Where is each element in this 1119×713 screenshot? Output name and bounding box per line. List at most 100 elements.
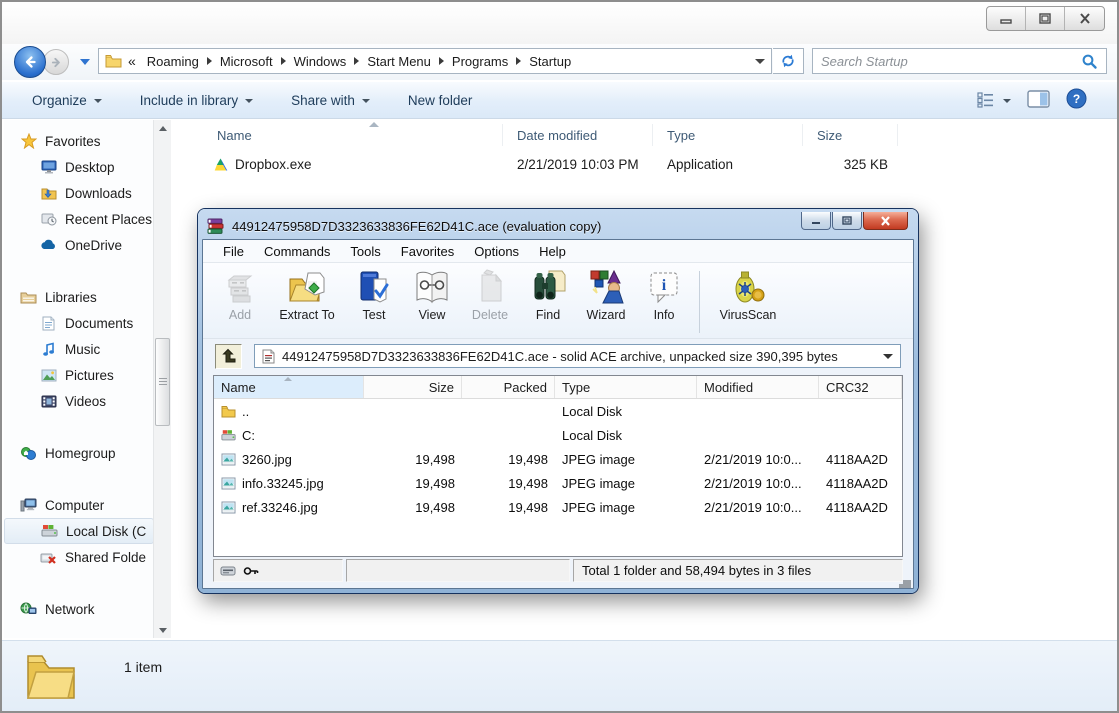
breadcrumb-separator-icon[interactable] xyxy=(516,57,521,65)
scrollbar-thumb[interactable] xyxy=(155,338,170,426)
sidebar-item-label: Recent Places xyxy=(65,212,152,227)
archive-column-crc32[interactable]: CRC32 xyxy=(819,376,902,398)
column-header-name[interactable]: Name xyxy=(173,124,503,146)
archive-row-ref-33246[interactable]: ref.33246.jpg 19,498 19,498 JPEG image 2… xyxy=(214,495,902,519)
back-button[interactable] xyxy=(14,46,46,78)
info-button[interactable]: i Info xyxy=(635,268,693,322)
delete-button[interactable]: Delete xyxy=(461,268,519,322)
sidebar-item-downloads[interactable]: Downloads xyxy=(4,180,154,206)
preview-pane-icon xyxy=(1027,90,1050,108)
archive-menubar: File Commands Tools Favorites Options He… xyxy=(203,240,913,263)
breadcrumb-separator-icon[interactable] xyxy=(354,57,359,65)
info-icon: i xyxy=(645,268,683,306)
combobox-dropdown-icon[interactable] xyxy=(883,354,893,359)
breadcrumb-overflow[interactable]: « xyxy=(128,53,136,69)
breadcrumb-item-roaming[interactable]: Roaming xyxy=(140,54,206,69)
organize-label: Organize xyxy=(32,93,87,108)
archive-row-3260[interactable]: 3260.jpg 19,498 19,498 JPEG image 2/21/2… xyxy=(214,447,902,471)
archive-path-combobox[interactable]: 44912475958D7D3323633836FE62D41C.ace - s… xyxy=(254,344,901,368)
sidebar-item-music[interactable]: Music xyxy=(4,336,154,362)
help-button[interactable]: ? xyxy=(1066,88,1087,112)
sidebar-item-pictures[interactable]: Pictures xyxy=(4,362,154,388)
archive-row-drive-c[interactable]: C: Local Disk xyxy=(214,423,902,447)
archive-close-button[interactable] xyxy=(863,212,908,230)
preview-pane-button[interactable] xyxy=(1027,90,1050,111)
file-row-dropbox[interactable]: Dropbox.exe 2/21/2019 10:03 PM Applicati… xyxy=(173,150,1105,178)
include-in-library-button[interactable]: Include in library xyxy=(140,93,253,108)
change-view-button[interactable] xyxy=(977,92,1011,108)
breadcrumb-item-startup[interactable]: Startup xyxy=(522,54,578,69)
virusscan-button[interactable]: VirusScan xyxy=(710,268,786,322)
breadcrumb-item-programs[interactable]: Programs xyxy=(445,54,515,69)
menu-tools[interactable]: Tools xyxy=(340,241,390,262)
recent-pages-dropdown[interactable] xyxy=(80,59,90,65)
address-dropdown-icon[interactable] xyxy=(755,59,765,64)
search-input[interactable] xyxy=(821,54,1081,69)
up-directory-button[interactable] xyxy=(215,344,242,369)
breadcrumb-item-microsoft[interactable]: Microsoft xyxy=(213,54,280,69)
column-header-size[interactable]: Size xyxy=(803,124,898,146)
archive-column-name[interactable]: Name xyxy=(214,376,364,398)
wizard-button[interactable]: Wizard xyxy=(577,268,635,322)
sidebar-item-desktop[interactable]: Desktop xyxy=(4,154,154,180)
search-icon[interactable] xyxy=(1081,53,1098,70)
address-bar[interactable]: « Roaming Microsoft Windows Start Menu P… xyxy=(98,48,772,74)
close-button[interactable] xyxy=(1065,7,1104,30)
scroll-up-button[interactable] xyxy=(154,120,171,136)
organize-button[interactable]: Organize xyxy=(32,93,102,108)
statusbar-middle-cell xyxy=(346,559,570,582)
test-icon xyxy=(355,268,393,306)
column-header-date-modified[interactable]: Date modified xyxy=(503,124,653,146)
maximize-button[interactable] xyxy=(1026,7,1065,30)
sidebar-item-documents[interactable]: Documents xyxy=(4,310,154,336)
resize-grip[interactable] xyxy=(903,580,907,584)
archive-row-info-33245[interactable]: info.33245.jpg 19,498 19,498 JPEG image … xyxy=(214,471,902,495)
sidebar-item-videos[interactable]: Videos xyxy=(4,388,154,414)
archive-column-type[interactable]: Type xyxy=(555,376,697,398)
archive-window[interactable]: 44912475958D7D3323633836FE62D41C.ace (ev… xyxy=(198,209,918,593)
column-header-type[interactable]: Type xyxy=(653,124,803,146)
search-box[interactable] xyxy=(812,48,1107,74)
archive-column-packed[interactable]: Packed xyxy=(462,376,555,398)
sidebar-item-local-disk[interactable]: Local Disk (C xyxy=(4,518,154,544)
sidebar-item-homegroup[interactable]: Homegroup xyxy=(4,440,154,466)
view-button[interactable]: View xyxy=(403,268,461,322)
menu-options[interactable]: Options xyxy=(464,241,529,262)
menu-favorites[interactable]: Favorites xyxy=(391,241,464,262)
sidebar-item-recent-places[interactable]: Recent Places xyxy=(4,206,154,232)
scroll-down-button[interactable] xyxy=(154,622,171,638)
archive-minimize-button[interactable] xyxy=(801,212,831,230)
archive-row-parent-dir[interactable]: .. Local Disk xyxy=(214,399,902,423)
share-with-button[interactable]: Share with xyxy=(291,93,370,108)
jpeg-image-icon xyxy=(221,453,236,466)
forward-button[interactable] xyxy=(43,49,69,75)
archive-cell-type: Local Disk xyxy=(555,404,697,419)
sidebar-item-libraries[interactable]: Libraries xyxy=(4,284,154,310)
add-button[interactable]: Add xyxy=(211,268,269,322)
test-button[interactable]: Test xyxy=(345,268,403,322)
sidebar-item-computer[interactable]: Computer xyxy=(4,492,154,518)
menu-commands[interactable]: Commands xyxy=(254,241,340,262)
sort-ascending-icon xyxy=(369,122,379,127)
sidebar-item-network[interactable]: Network xyxy=(4,596,154,622)
breadcrumb-item-windows[interactable]: Windows xyxy=(287,54,354,69)
minimize-button[interactable] xyxy=(987,7,1026,30)
archive-column-modified[interactable]: Modified xyxy=(697,376,819,398)
sidebar-scrollbar[interactable] xyxy=(153,120,171,638)
archive-maximize-button[interactable] xyxy=(832,212,862,230)
sidebar-item-favorites[interactable]: Favorites xyxy=(4,128,154,154)
sidebar-item-onedrive[interactable]: OneDrive xyxy=(4,232,154,258)
breadcrumb-separator-icon[interactable] xyxy=(281,57,286,65)
breadcrumb-item-start-menu[interactable]: Start Menu xyxy=(360,54,438,69)
new-folder-button[interactable]: New folder xyxy=(408,93,473,108)
drive-icon xyxy=(221,429,236,442)
refresh-button[interactable] xyxy=(773,48,804,74)
extract-to-button[interactable]: Extract To xyxy=(269,268,345,322)
menu-help[interactable]: Help xyxy=(529,241,576,262)
breadcrumb-separator-icon[interactable] xyxy=(439,57,444,65)
archive-column-size[interactable]: Size xyxy=(364,376,462,398)
find-button[interactable]: Find xyxy=(519,268,577,322)
menu-file[interactable]: File xyxy=(213,241,254,262)
breadcrumb-separator-icon[interactable] xyxy=(207,57,212,65)
sidebar-item-shared-folders[interactable]: Shared Folde xyxy=(4,544,154,570)
